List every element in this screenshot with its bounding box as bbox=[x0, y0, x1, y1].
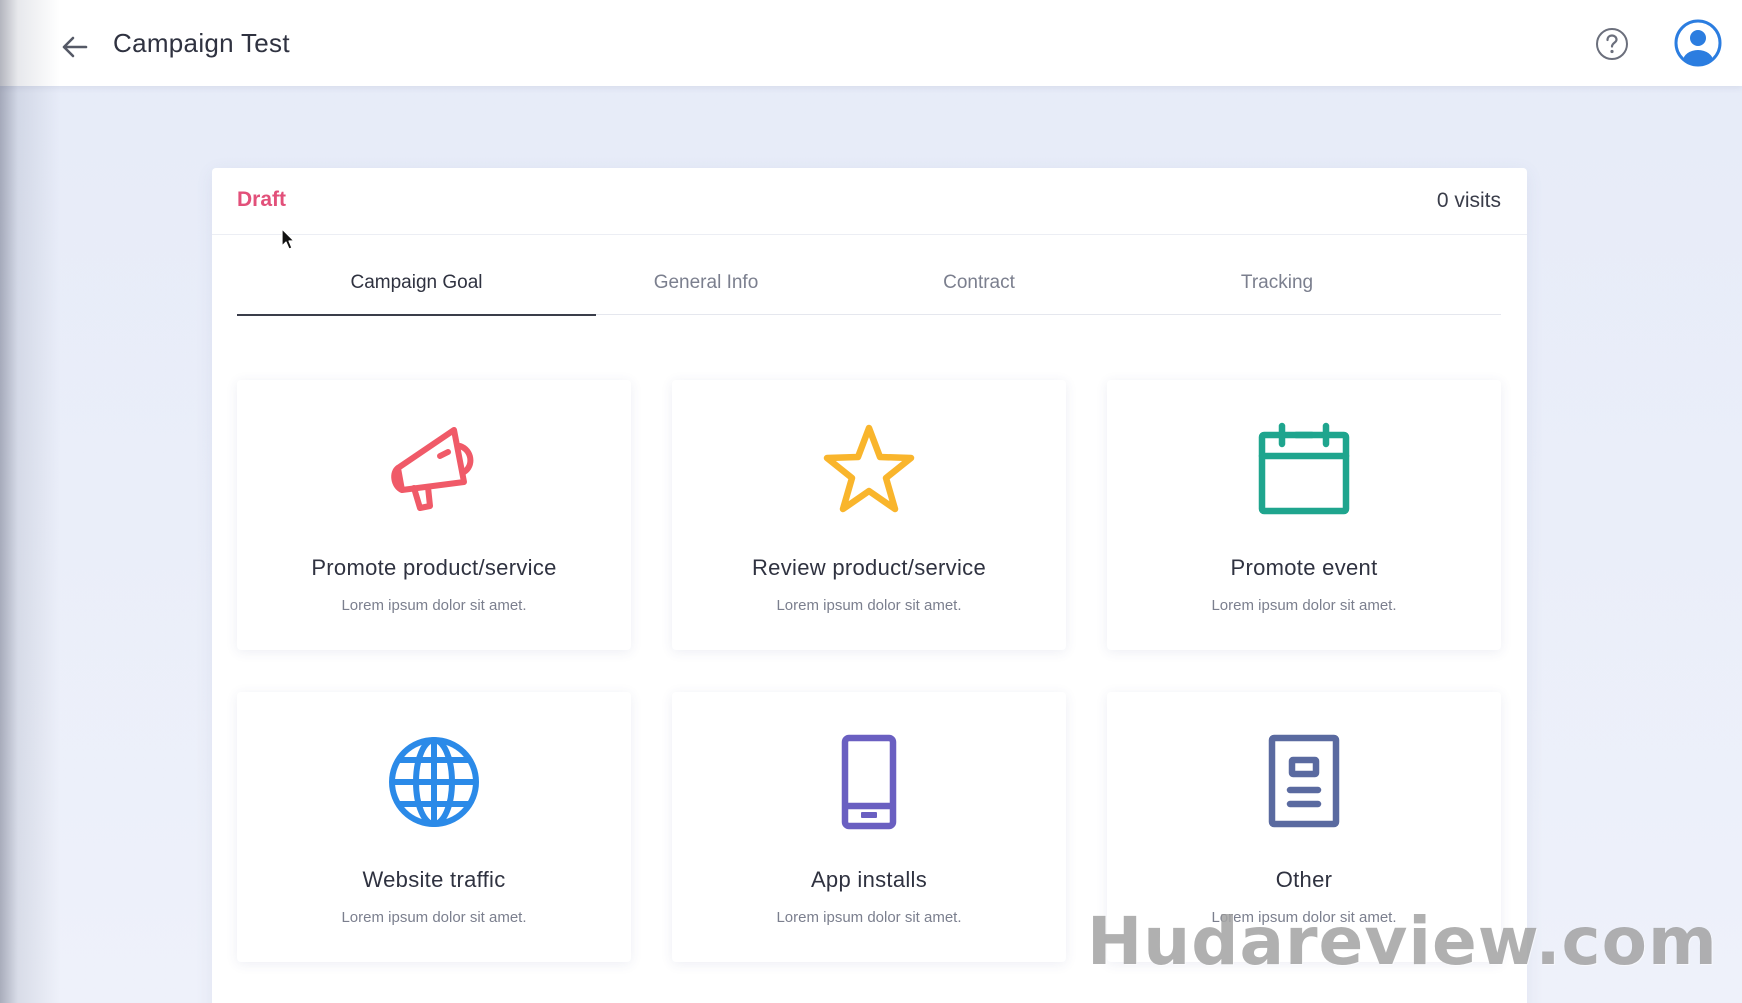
tab-contract[interactable]: Contract bbox=[829, 268, 1129, 314]
goal-description: Lorem ipsum dolor sit amet. bbox=[776, 597, 962, 614]
goal-description: Lorem ipsum dolor sit amet. bbox=[1211, 597, 1397, 614]
goal-title: Website traffic bbox=[362, 867, 506, 892]
visits-count: 0 visits bbox=[1436, 189, 1501, 212]
smartphone-icon bbox=[841, 734, 897, 830]
goal-description: Lorem ipsum dolor sit amet. bbox=[776, 909, 962, 926]
campaign-panel: Draft 0 visits Campaign Goal General Inf… bbox=[212, 168, 1527, 1003]
help-button[interactable] bbox=[1595, 27, 1629, 61]
star-icon bbox=[823, 424, 915, 513]
status-badge: Draft bbox=[237, 188, 287, 211]
tab-tracking[interactable]: Tracking bbox=[1177, 268, 1377, 314]
document-icon bbox=[1268, 734, 1340, 828]
goal-card-app-installs[interactable]: App installs Lorem ipsum dolor sit amet. bbox=[672, 692, 1066, 962]
goal-card-promote-event[interactable]: Promote event Lorem ipsum dolor sit amet… bbox=[1107, 380, 1501, 650]
panel-header: Draft 0 visits bbox=[212, 168, 1527, 235]
goal-title: App installs bbox=[810, 867, 928, 892]
goal-title: Review product/service bbox=[751, 555, 987, 580]
goal-description: Lorem ipsum dolor sit amet. bbox=[341, 597, 527, 614]
tab-general-info[interactable]: General Info bbox=[586, 268, 826, 314]
mouse-cursor-icon bbox=[281, 228, 295, 250]
goal-card-promote-product[interactable]: Promote product/service Lorem ipsum dolo… bbox=[237, 380, 631, 650]
back-button[interactable] bbox=[58, 30, 92, 64]
page-title: Campaign Test bbox=[113, 28, 290, 58]
goal-title: Promote product/service bbox=[311, 555, 557, 580]
tab-bar: Campaign Goal General Info Contract Trac… bbox=[237, 268, 1501, 316]
goal-card-website-traffic[interactable]: Website traffic Lorem ipsum dolor sit am… bbox=[237, 692, 631, 962]
goal-title: Other bbox=[1275, 867, 1333, 892]
user-avatar-icon bbox=[1674, 19, 1722, 67]
goal-card-review-product[interactable]: Review product/service Lorem ipsum dolor… bbox=[672, 380, 1066, 650]
top-bar: Campaign Test bbox=[0, 0, 1742, 86]
watermark-text: Hudareview.com bbox=[1087, 903, 1718, 980]
goal-description: Lorem ipsum dolor sit amet. bbox=[341, 909, 527, 926]
megaphone-icon bbox=[391, 427, 474, 511]
screen-edge-shadow bbox=[0, 0, 60, 1003]
globe-icon bbox=[389, 737, 479, 827]
goal-title: Promote event bbox=[1230, 555, 1378, 580]
user-avatar[interactable] bbox=[1674, 19, 1722, 67]
question-circle-icon bbox=[1596, 28, 1628, 60]
tab-campaign-goal[interactable]: Campaign Goal bbox=[237, 268, 596, 316]
calendar-icon bbox=[1258, 422, 1350, 515]
arrow-left-icon bbox=[62, 36, 88, 58]
